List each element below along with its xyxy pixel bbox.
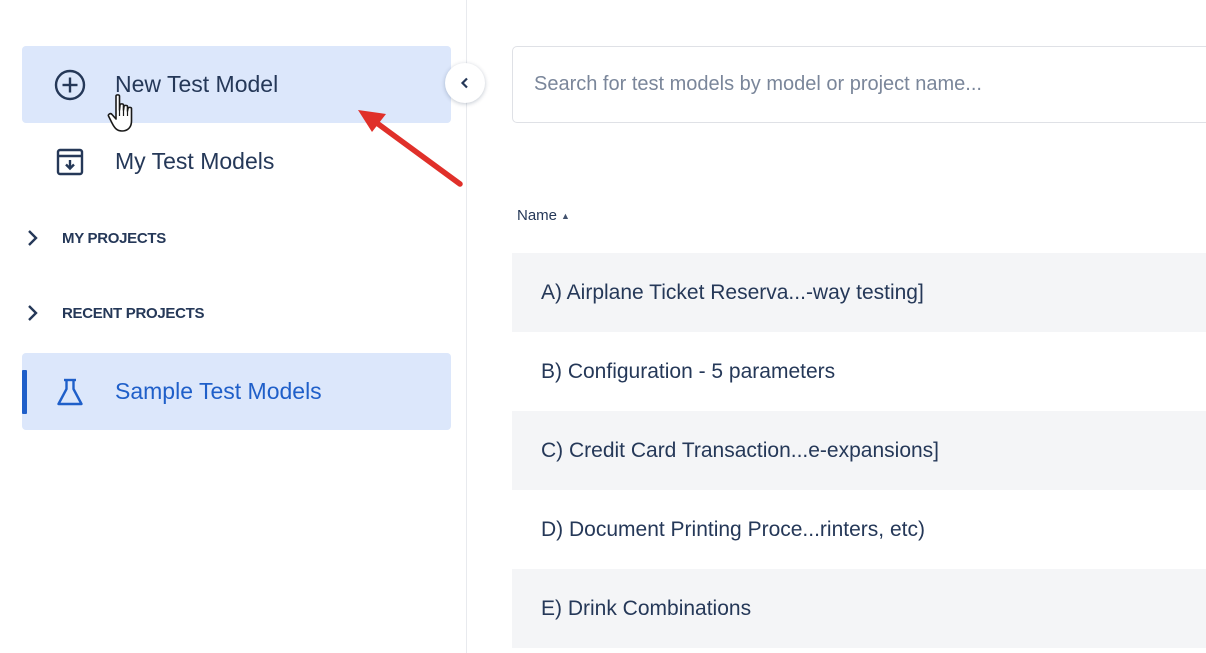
table-row[interactable]: C) Credit Card Transaction...e-expansion… xyxy=(512,411,1206,490)
row-name: A) Airplane Ticket Reserva...-way testin… xyxy=(541,280,924,304)
sort-ascending-icon: ▲ xyxy=(561,210,570,221)
my-test-models-label: My Test Models xyxy=(115,148,275,174)
active-indicator xyxy=(22,370,27,414)
chevron-right-icon xyxy=(28,230,38,246)
archive-box-icon xyxy=(53,145,87,179)
row-name: E) Drink Combinations xyxy=(541,596,752,620)
chevron-left-icon xyxy=(460,77,468,89)
chevron-right-icon xyxy=(28,305,38,321)
sample-test-models-label: Sample Test Models xyxy=(115,378,322,404)
table-row[interactable]: B) Configuration - 5 parameters xyxy=(512,332,1206,411)
recent-projects-label: RECENT PROJECTS xyxy=(62,304,205,322)
sidebar: New Test Model My Test Models MY PROJECT… xyxy=(0,0,467,653)
table-row[interactable]: A) Airplane Ticket Reserva...-way testin… xyxy=(512,253,1206,332)
plus-circle-icon xyxy=(53,68,87,102)
row-name: D) Document Printing Proce...rinters, et… xyxy=(541,517,925,541)
hand-cursor-icon xyxy=(107,94,133,132)
table-row[interactable]: E) Drink Combinations xyxy=(512,569,1206,648)
name-column-header[interactable]: Name ▲ xyxy=(517,207,570,224)
row-name: B) Configuration - 5 parameters xyxy=(541,359,836,383)
my-projects-label: MY PROJECTS xyxy=(62,229,166,247)
recent-projects-section-toggle[interactable]: RECENT PROJECTS xyxy=(26,302,205,324)
flask-icon xyxy=(53,375,87,409)
sample-test-models-link[interactable]: Sample Test Models xyxy=(22,353,451,430)
collapse-sidebar-button[interactable] xyxy=(445,63,485,103)
annotation-arrow-icon xyxy=(358,110,463,187)
row-name: C) Credit Card Transaction...e-expansion… xyxy=(541,438,940,462)
my-projects-section-toggle[interactable]: MY PROJECTS xyxy=(26,227,166,249)
search-input[interactable] xyxy=(512,46,1206,123)
name-column-label: Name xyxy=(517,207,558,224)
table-row[interactable]: D) Document Printing Proce...rinters, et… xyxy=(512,490,1206,569)
